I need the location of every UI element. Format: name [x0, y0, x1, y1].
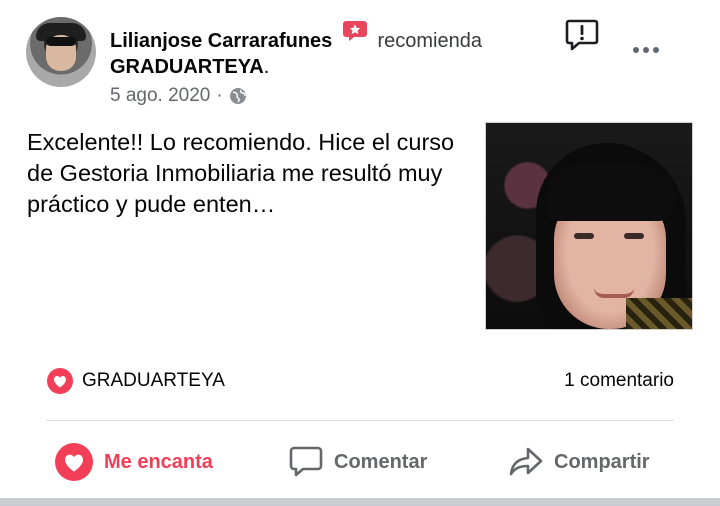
recommend-badge-icon: [342, 21, 367, 41]
page-name-period: .: [263, 56, 270, 78]
globe-icon: [229, 88, 246, 104]
recommend-verb: recomienda: [377, 30, 482, 52]
recommended-page-name-line: GRADUARTEYA.: [110, 55, 269, 79]
report-icon[interactable]: [564, 18, 600, 52]
reactions-left[interactable]: GRADUARTEYA: [46, 367, 225, 395]
photo-shirt: [626, 298, 692, 329]
photo-eye-right: [624, 233, 644, 239]
actions-divider: [46, 420, 674, 421]
author-avatar[interactable]: [26, 17, 96, 87]
more-dot-icon: [643, 47, 649, 53]
share-button[interactable]: Compartir: [508, 440, 650, 484]
share-arrow-icon: [509, 447, 543, 476]
love-button[interactable]: Me encanta: [54, 440, 213, 484]
post-header: Lilianjose Carrarafunes recomienda GRADU…: [0, 0, 720, 110]
comment-label: Comentar: [334, 450, 428, 473]
meta-separator: ·: [216, 85, 223, 106]
more-dot-icon: [653, 47, 659, 53]
comment-icon: [289, 446, 323, 477]
author-name[interactable]: Lilianjose Carrarafunes: [110, 30, 332, 52]
love-label: Me encanta: [104, 450, 213, 473]
post-actions-bar: Me encanta Comentar Compartir: [0, 436, 720, 488]
photo-bangs: [546, 163, 676, 221]
love-reaction-icon: [47, 368, 73, 394]
post-date[interactable]: 5 ago. 2020: [110, 85, 210, 107]
share-label: Compartir: [554, 450, 650, 473]
reactors-label: GRADUARTEYA: [82, 370, 225, 391]
photo-smile: [594, 288, 634, 298]
more-dot-icon: [633, 47, 639, 53]
comment-button[interactable]: Comentar: [288, 440, 427, 484]
more-options-button[interactable]: [626, 40, 666, 60]
avatar-sunglasses: [46, 37, 76, 46]
reactions-summary: GRADUARTEYA 1 comentario: [46, 367, 674, 395]
post-meta: 5 ago. 2020 ·: [110, 85, 247, 107]
love-icon: [55, 443, 93, 481]
feed-separator: [0, 498, 720, 506]
photo-eye-left: [574, 233, 594, 239]
comments-count-link[interactable]: 1 comentario: [564, 370, 674, 392]
review-text[interactable]: Excelente!! Lo recomiendo. Hice el curso…: [27, 127, 472, 220]
post-title-line: Lilianjose Carrarafunes recomienda: [110, 21, 482, 53]
post-photo[interactable]: [485, 122, 693, 330]
recommended-page-name[interactable]: GRADUARTEYA: [110, 56, 264, 78]
